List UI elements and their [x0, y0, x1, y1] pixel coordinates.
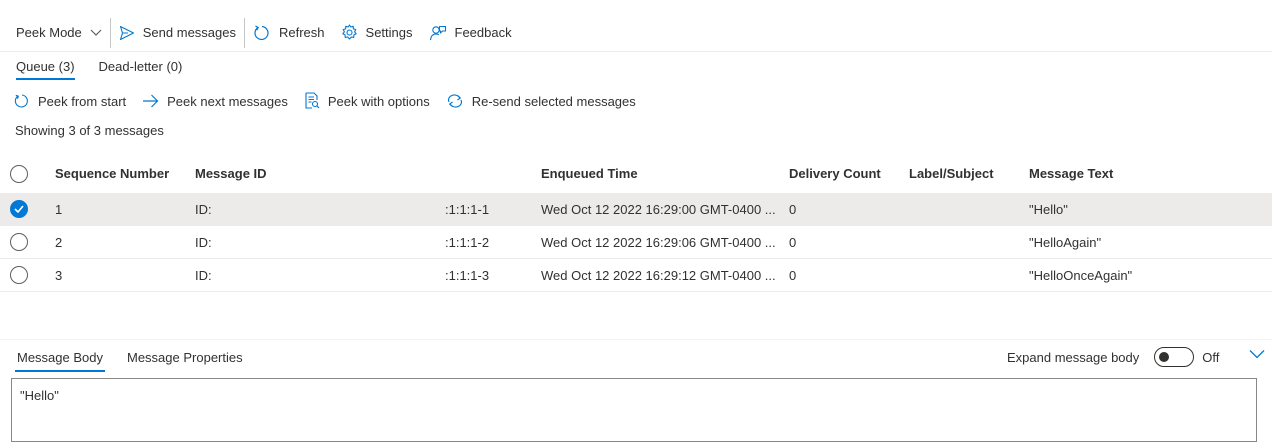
message-body-viewer[interactable]: "Hello" — [11, 378, 1257, 442]
column-header-message-id[interactable]: Message ID — [195, 154, 267, 193]
peek-next-button[interactable]: Peek next messages — [134, 94, 296, 109]
send-icon — [119, 25, 134, 40]
settings-label: Settings — [365, 25, 413, 40]
refresh-icon — [254, 24, 269, 40]
tab-queue[interactable]: Queue (3) — [8, 56, 83, 80]
messages-table: Sequence Number Message ID Enqueued Time… — [0, 154, 1272, 292]
cell-id-prefix: ID: — [195, 234, 212, 250]
feedback-icon — [429, 25, 446, 40]
table-row[interactable]: 2 ID: :1:1:1-2 Wed Oct 12 2022 16:29:06 … — [0, 226, 1272, 259]
restart-icon — [14, 94, 28, 108]
resend-icon — [447, 94, 462, 108]
checkmark-icon — [14, 205, 24, 213]
chevron-down-icon — [90, 29, 102, 36]
peek-with-options-button[interactable]: Peek with options — [296, 92, 438, 110]
message-body-text: "Hello" — [20, 388, 59, 403]
cell-sequence: 2 — [55, 234, 63, 250]
table-row[interactable]: 1 ID: :1:1:1-1 Wed Oct 12 2022 16:29:00 … — [0, 193, 1272, 226]
peek-mode-dropdown[interactable]: Peek Mode — [0, 14, 110, 52]
cell-delivery-count: 0 — [789, 201, 797, 217]
tab-message-body[interactable]: Message Body — [15, 346, 105, 372]
settings-button[interactable]: Settings — [333, 14, 421, 52]
command-bar: Peek Mode Send messages Refresh Settings… — [0, 14, 1272, 52]
cell-id-suffix: :1:1:1-1 — [445, 201, 490, 217]
peek-mode-label: Peek Mode — [16, 25, 82, 40]
panel-divider — [0, 339, 1272, 340]
resend-label: Re-send selected messages — [471, 93, 636, 109]
toggle-knob — [1159, 352, 1170, 362]
feedback-label: Feedback — [454, 25, 512, 40]
cell-message-text: "HelloOnceAgain" — [1029, 267, 1133, 283]
gear-icon — [341, 24, 357, 40]
table-row[interactable]: 3 ID: :1:1:1-3 Wed Oct 12 2022 16:29:12 … — [0, 259, 1272, 292]
message-detail-tabs: Message Body Message Properties — [0, 346, 245, 374]
message-count-text: Showing 3 of 3 messages — [15, 123, 164, 138]
expand-message-body-control: Expand message body Off — [1007, 347, 1219, 367]
cell-message-text: "HelloAgain" — [1029, 234, 1102, 250]
toggle-state-text: Off — [1202, 349, 1220, 365]
refresh-button[interactable]: Refresh — [245, 14, 333, 52]
cell-enqueued: Wed Oct 12 2022 16:29:06 GMT-0400 ... — [541, 234, 776, 250]
refresh-label: Refresh — [279, 25, 325, 40]
send-messages-button[interactable]: Send messages — [111, 14, 244, 52]
row-checkbox[interactable] — [10, 226, 28, 258]
cell-id-suffix: :1:1:1-3 — [445, 267, 490, 283]
cell-id-suffix: :1:1:1-2 — [445, 234, 490, 250]
chevron-down-icon[interactable] — [1249, 349, 1265, 359]
cell-enqueued: Wed Oct 12 2022 16:29:12 GMT-0400 ... — [541, 267, 776, 283]
cell-enqueued: Wed Oct 12 2022 16:29:00 GMT-0400 ... — [541, 201, 776, 217]
tab-message-properties[interactable]: Message Properties — [125, 346, 245, 372]
cell-sequence: 1 — [55, 201, 63, 217]
table-header-row: Sequence Number Message ID Enqueued Time… — [0, 154, 1272, 193]
column-header-delivery[interactable]: Delivery Count — [789, 154, 881, 193]
cell-id-prefix: ID: — [195, 201, 212, 217]
arrow-right-icon — [143, 94, 159, 108]
peek-with-options-label: Peek with options — [327, 93, 430, 109]
select-all-radio[interactable] — [10, 164, 28, 183]
row-checkbox[interactable] — [10, 193, 28, 225]
peek-from-start-button[interactable]: Peek from start — [0, 93, 134, 109]
cell-message-text: "Hello" — [1029, 201, 1068, 217]
peek-from-start-label: Peek from start — [38, 93, 127, 109]
column-header-sequence[interactable]: Sequence Number — [55, 154, 169, 193]
tab-dead-letter[interactable]: Dead-letter (0) — [91, 56, 191, 80]
column-header-text[interactable]: Message Text — [1029, 154, 1113, 193]
select-all-checkbox[interactable] — [10, 154, 28, 193]
cell-delivery-count: 0 — [789, 267, 797, 283]
column-header-label[interactable]: Label/Subject — [909, 154, 994, 193]
queue-tabs: Queue (3) Dead-letter (0) — [0, 56, 190, 80]
row-checkbox[interactable] — [10, 259, 28, 291]
cell-sequence: 3 — [55, 267, 63, 283]
row-radio[interactable] — [10, 266, 28, 284]
cell-id-prefix: ID: — [195, 267, 212, 283]
row-radio[interactable] — [10, 233, 28, 251]
column-header-enqueued[interactable]: Enqueued Time — [541, 154, 638, 193]
row-radio-checked[interactable] — [10, 200, 28, 218]
cell-delivery-count: 0 — [789, 234, 797, 250]
send-messages-label: Send messages — [142, 25, 236, 40]
feedback-button[interactable]: Feedback — [421, 14, 520, 52]
peek-next-label: Peek next messages — [167, 93, 288, 109]
expand-message-body-toggle[interactable] — [1154, 347, 1195, 367]
document-search-icon — [305, 92, 320, 109]
expand-message-body-label: Expand message body — [1007, 349, 1140, 365]
resend-button[interactable]: Re-send selected messages — [438, 93, 644, 109]
peek-actions-bar: Peek from start Peek next messages Peek … — [0, 88, 644, 114]
